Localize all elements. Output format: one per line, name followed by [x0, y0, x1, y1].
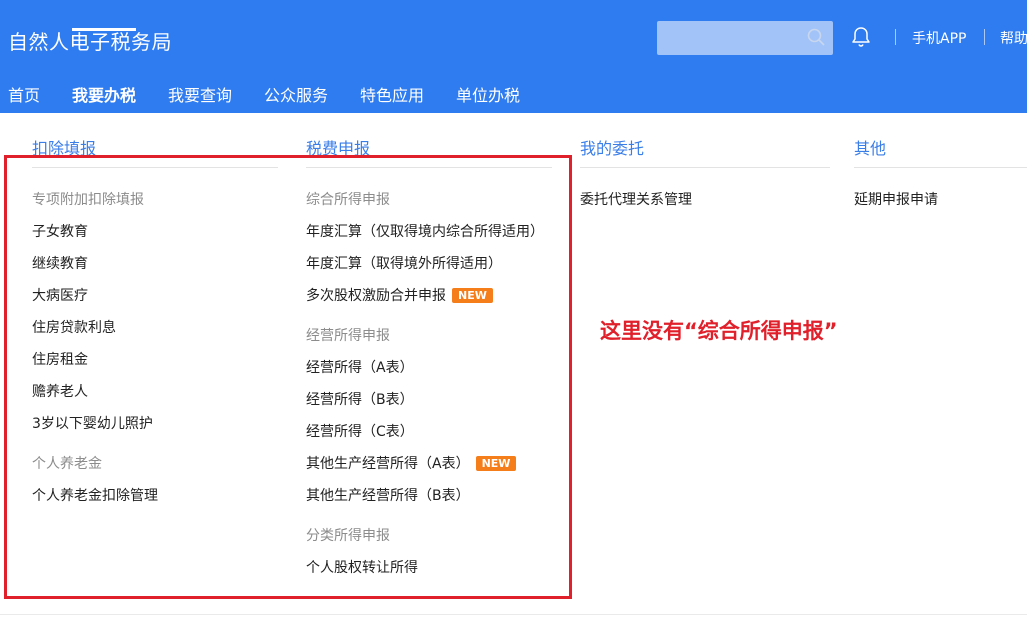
search-icon[interactable]: [806, 27, 826, 47]
nav-home[interactable]: 首页: [8, 82, 40, 106]
column-divider: [580, 167, 830, 168]
nav-unit-tax[interactable]: 单位办税: [456, 82, 520, 106]
nav-active-indicator: [72, 28, 136, 31]
annotation-highlight-box: [4, 155, 572, 599]
header-divider: [895, 29, 896, 45]
help-link[interactable]: 帮助: [1000, 28, 1027, 48]
menu-item-agency-relationship[interactable]: 委托代理关系管理: [580, 189, 692, 209]
nav-featured-apps[interactable]: 特色应用: [360, 82, 424, 106]
panel-bottom-border: [0, 614, 1027, 615]
column-divider: [854, 167, 1027, 168]
nav-tax-handling[interactable]: 我要办税: [72, 82, 136, 106]
header-divider: [984, 29, 985, 45]
annotation-text: 这里没有“综合所得申报”: [600, 319, 838, 343]
column-heading-other[interactable]: 其他: [854, 135, 886, 159]
mobile-app-link[interactable]: 手机APP: [912, 28, 966, 48]
top-header: 自然人电子税务局 手机APP 帮助 首页 我要办税 我要查询 公众服务 特色应用…: [0, 0, 1027, 113]
menu-item-deferred-filing[interactable]: 延期申报申请: [854, 189, 938, 209]
nav-query[interactable]: 我要查询: [168, 82, 232, 106]
bell-icon[interactable]: [849, 25, 873, 49]
column-heading-entrustment[interactable]: 我的委托: [580, 135, 644, 159]
nav-public-service[interactable]: 公众服务: [264, 82, 328, 106]
